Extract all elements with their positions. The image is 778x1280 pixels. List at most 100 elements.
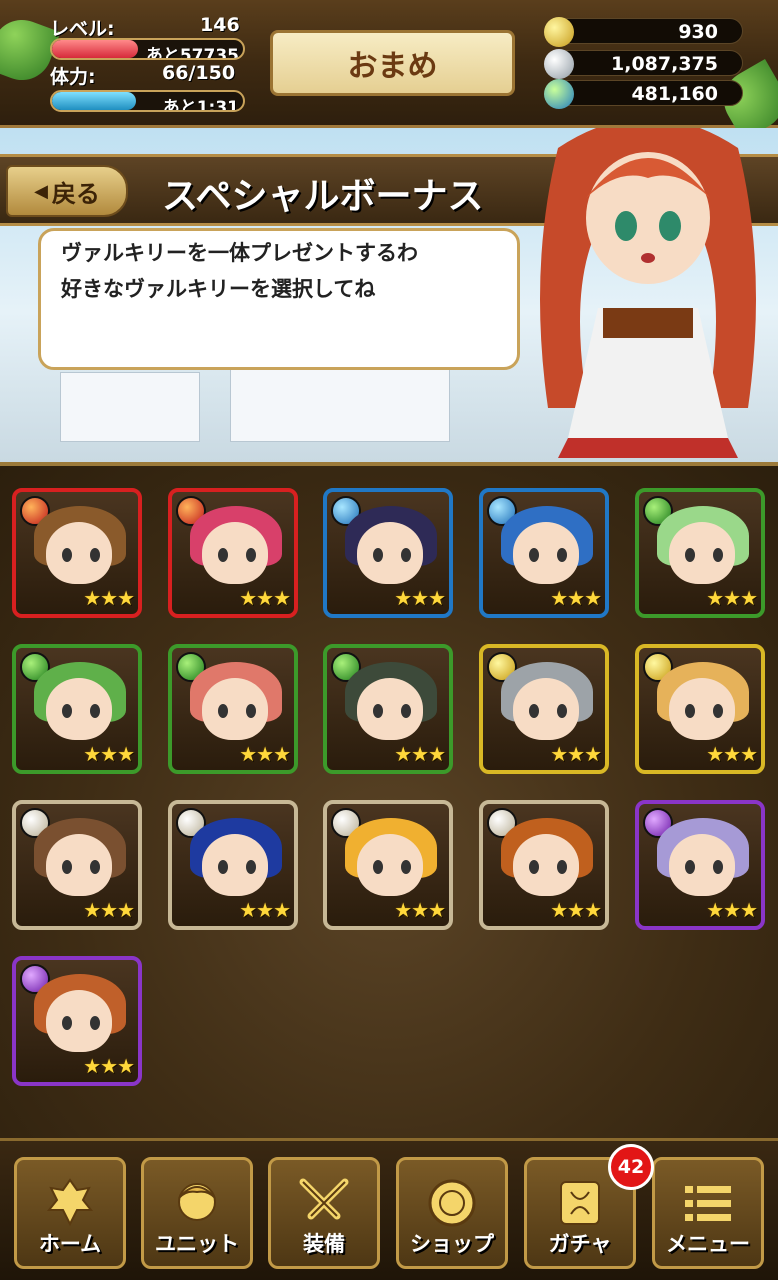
unit-face <box>669 834 735 896</box>
unit-eye <box>90 860 100 874</box>
nav-home-button[interactable]: ホーム <box>14 1157 126 1269</box>
unit-eye <box>713 548 723 562</box>
nav-menu-button[interactable]: メニュー <box>652 1157 764 1269</box>
unit-eye <box>373 548 383 562</box>
unit-face <box>669 522 735 584</box>
rarity-stars: ★★★ <box>706 742 758 766</box>
gold-amount: 930 <box>678 21 718 43</box>
unit-card[interactable]: ★★★ <box>635 488 765 618</box>
unit-card[interactable]: ★★★ <box>635 800 765 930</box>
level-value: 146 <box>200 14 240 36</box>
unit-card[interactable]: ★★★ <box>12 800 142 930</box>
npc-character-image <box>540 128 756 458</box>
story-panel: ◀ 戻る スペシャルボーナス ヴァルキリーを一体プレゼントするわ 好きなヴァルキ… <box>0 128 778 466</box>
back-button[interactable]: ◀ 戻る <box>6 165 128 217</box>
rarity-stars: ★★★ <box>239 742 291 766</box>
stamina-value: 66/150 <box>162 62 236 84</box>
nav-menu-label: メニュー <box>666 1232 750 1256</box>
unit-selection-grid: ★★★ ★★★ ★★★ ★★★ ★★★ ★★★ ★★★ ★★★ ★★★ ★★★ … <box>0 466 778 1138</box>
player-name: おまめ <box>347 49 438 84</box>
silver-amount: 1,087,375 <box>611 53 718 75</box>
unit-face <box>357 522 423 584</box>
rarity-stars: ★★★ <box>83 1054 135 1078</box>
message-line-2: 好きなヴァルキリーを選択してね <box>61 277 376 301</box>
player-name-banner[interactable]: おまめ <box>270 30 515 96</box>
gem-counter: 481,160 <box>544 79 743 109</box>
unit-card[interactable]: ★★★ <box>168 800 298 930</box>
exp-remaining: あと57735 <box>145 46 239 60</box>
unit-face <box>46 678 112 740</box>
unit-face <box>669 678 735 740</box>
unit-eye <box>62 1016 72 1030</box>
silver-counter: 1,087,375 <box>544 49 743 79</box>
rarity-stars: ★★★ <box>239 586 291 610</box>
unit-card[interactable]: ★★★ <box>12 644 142 774</box>
unit-eye <box>529 704 539 718</box>
unit-face <box>202 678 268 740</box>
unit-eye <box>557 860 567 874</box>
level-label: レベル: <box>50 18 115 40</box>
unit-face <box>46 834 112 896</box>
unit-eye <box>373 860 383 874</box>
unit-card[interactable]: ★★★ <box>635 644 765 774</box>
unit-eye <box>713 704 723 718</box>
unit-card[interactable]: ★★★ <box>479 488 609 618</box>
unit-eye <box>401 704 411 718</box>
unit-face <box>513 678 579 740</box>
unit-eye <box>90 1016 100 1030</box>
stamina-bar: あと1:31 <box>50 90 245 112</box>
unit-card[interactable]: ★★★ <box>323 488 453 618</box>
gold-coin-icon <box>544 17 574 47</box>
unit-eye <box>246 548 256 562</box>
gold-counter: 930 <box>544 17 743 47</box>
unit-face <box>357 834 423 896</box>
nav-shop-button[interactable]: ショップ <box>396 1157 508 1269</box>
home-crest-icon <box>46 1178 94 1227</box>
exp-bar-fill <box>52 40 138 58</box>
gacha-cards-icon <box>560 1181 600 1225</box>
nav-equip-label: 装備 <box>303 1232 345 1256</box>
rarity-stars: ★★★ <box>550 586 602 610</box>
nav-home-label: ホーム <box>38 1232 102 1256</box>
nav-gacha-label: ガチャ <box>548 1232 612 1256</box>
unit-card[interactable]: ★★★ <box>323 800 453 930</box>
nav-unit-button[interactable]: ユニット <box>141 1157 253 1269</box>
speech-bubble: ヴァルキリーを一体プレゼントするわ 好きなヴァルキリーを選択してね <box>38 228 520 370</box>
unit-card[interactable]: ★★★ <box>323 644 453 774</box>
unit-face <box>46 522 112 584</box>
unit-portrait-icon <box>178 1183 216 1221</box>
castle-background <box>60 372 200 442</box>
unit-card[interactable]: ★★★ <box>168 644 298 774</box>
unit-card[interactable]: ★★★ <box>479 800 609 930</box>
nav-equip-button[interactable]: 装備 <box>268 1157 380 1269</box>
unit-card[interactable]: ★★★ <box>12 488 142 618</box>
unit-card[interactable]: ★★★ <box>12 956 142 1086</box>
back-arrow-icon: ◀ <box>34 180 48 202</box>
rarity-stars: ★★★ <box>706 898 758 922</box>
unit-face <box>513 834 579 896</box>
crossed-swords-icon <box>299 1178 349 1220</box>
unit-card[interactable]: ★★★ <box>168 488 298 618</box>
unit-eye <box>90 548 100 562</box>
unit-card[interactable]: ★★★ <box>479 644 609 774</box>
page-title: スペシャルボーナス <box>162 176 484 217</box>
bottom-navigation: ホーム ユニット 装備 ショップ ガチャ メニュー <box>0 1138 778 1280</box>
unit-eye <box>685 704 695 718</box>
unit-eye <box>401 548 411 562</box>
unit-eye <box>246 704 256 718</box>
unit-eye <box>218 704 228 718</box>
rarity-stars: ★★★ <box>239 898 291 922</box>
unit-eye <box>529 548 539 562</box>
rarity-stars: ★★★ <box>394 742 446 766</box>
unit-eye <box>62 860 72 874</box>
unit-face <box>46 990 112 1052</box>
unit-eye <box>218 548 228 562</box>
unit-eye <box>713 860 723 874</box>
menu-list-icon <box>685 1186 731 1221</box>
rarity-stars: ★★★ <box>394 898 446 922</box>
unit-eye <box>218 860 228 874</box>
stamina-label: 体力: <box>50 66 96 88</box>
nav-shop-label: ショップ <box>410 1232 494 1256</box>
stamina-timer: あと1:31 <box>162 98 239 112</box>
unit-eye <box>246 860 256 874</box>
